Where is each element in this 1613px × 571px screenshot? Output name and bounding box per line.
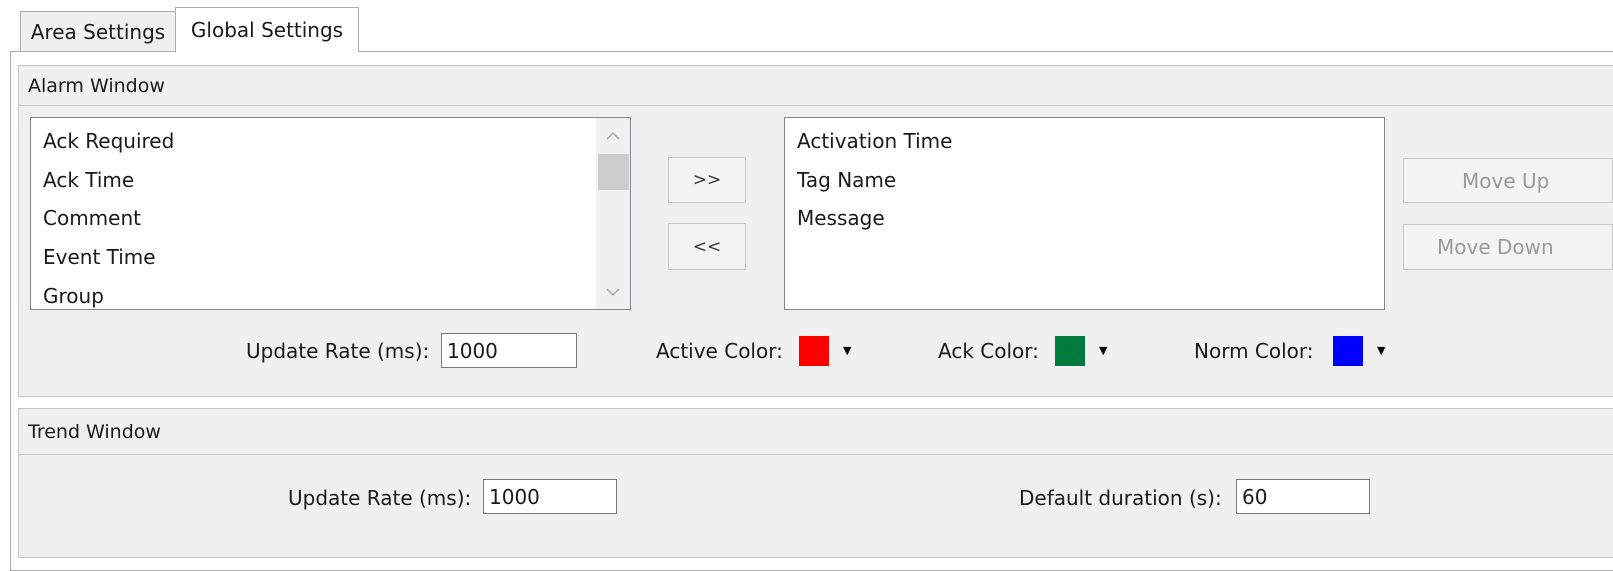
list-item[interactable]: Group	[43, 284, 104, 308]
norm-color-swatch[interactable]	[1333, 336, 1363, 366]
add-column-button[interactable]: >>	[668, 157, 746, 203]
available-columns-list[interactable]: Ack Required Ack Time Comment Event Time…	[30, 117, 631, 310]
tab-area-settings-label: Area Settings	[30, 19, 166, 44]
list-item[interactable]: Message	[797, 206, 885, 230]
list-item[interactable]: Tag Name	[797, 168, 896, 192]
remove-column-button[interactable]: <<	[668, 223, 746, 270]
caret-down-icon[interactable]: ▼	[1099, 344, 1107, 357]
default-duration-input[interactable]: 60	[1236, 479, 1370, 514]
ack-color-swatch[interactable]	[1055, 336, 1085, 366]
tab-global-settings-label: Global Settings	[190, 18, 344, 42]
alarm-window-title: Alarm Window	[28, 74, 165, 97]
active-color-swatch[interactable]	[799, 336, 829, 366]
chevron-up-icon[interactable]	[596, 118, 630, 152]
trend-update-rate-input[interactable]: 1000	[483, 479, 617, 514]
available-columns-scrollbar[interactable]	[596, 118, 630, 309]
list-item[interactable]: Ack Required	[43, 129, 174, 153]
list-item[interactable]: Event Time	[43, 245, 156, 269]
move-down-button[interactable]: Move Down	[1403, 224, 1613, 270]
alarm-update-rate-label: Update Rate (ms):	[246, 339, 430, 363]
list-item[interactable]: Comment	[43, 206, 141, 230]
move-down-button-label: Move Down	[1437, 235, 1554, 259]
default-duration-label: Default duration (s):	[1019, 486, 1222, 510]
trend-window-group: Trend Window	[18, 408, 1613, 558]
tab-global-settings[interactable]: Global Settings	[175, 7, 359, 52]
selected-columns-list[interactable]: Activation Time Tag Name Message	[784, 117, 1385, 310]
scrollbar-thumb[interactable]	[598, 154, 629, 190]
move-up-button[interactable]: Move Up	[1403, 158, 1613, 203]
list-item[interactable]: Activation Time	[797, 129, 952, 153]
alarm-window-header: Alarm Window	[19, 66, 1613, 106]
list-item[interactable]: Ack Time	[43, 168, 134, 192]
trend-window-header: Trend Window	[19, 409, 1613, 455]
ack-color-label: Ack Color:	[938, 339, 1039, 363]
add-column-button-label: >>	[692, 170, 722, 190]
trend-window-title: Trend Window	[28, 420, 161, 443]
chevron-down-icon[interactable]	[596, 275, 630, 309]
caret-down-icon[interactable]: ▼	[843, 344, 851, 357]
caret-down-icon[interactable]: ▼	[1377, 344, 1385, 357]
active-color-label: Active Color:	[656, 339, 783, 363]
norm-color-label: Norm Color:	[1194, 339, 1314, 363]
move-up-button-label: Move Up	[1462, 168, 1550, 193]
tab-area-settings[interactable]: Area Settings	[20, 11, 176, 51]
alarm-update-rate-input[interactable]: 1000	[441, 333, 577, 368]
remove-column-button-label: <<	[692, 236, 722, 257]
trend-update-rate-label: Update Rate (ms):	[288, 486, 472, 510]
